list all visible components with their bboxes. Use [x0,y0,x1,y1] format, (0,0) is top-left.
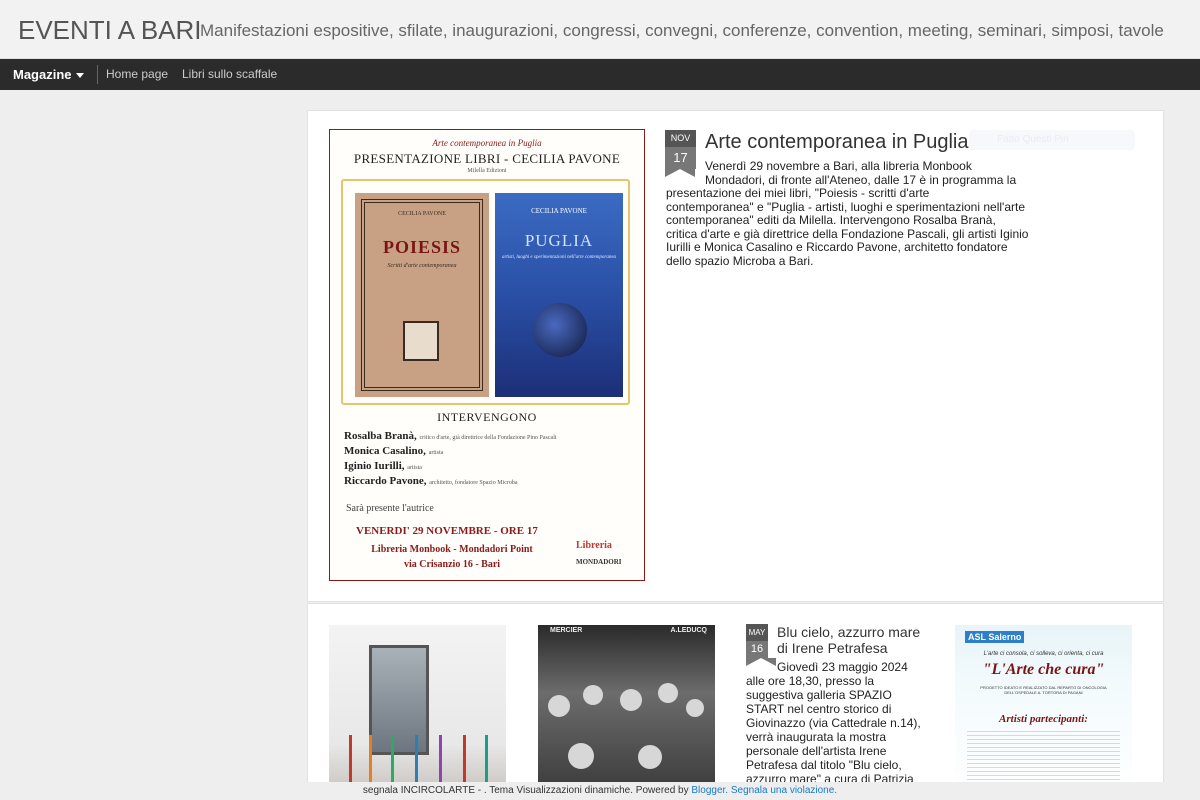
poster-speaker: Riccardo Pavone, architetto, fondatore S… [344,475,518,487]
poster-place-line1: Libreria Monbook - Mondadori Point [371,544,533,555]
photo-caption: MERCIER A.LEDUCQ [550,627,707,634]
window-image [369,645,429,755]
post-body-line: Petrafesa dal titolo "Blu cielo, [746,758,902,772]
post-body-line: Mondadori, di fronte all'Ateneo, dalle 1… [705,173,1017,187]
poster-place-line2: via Crisanzio 16 - Bari [403,559,501,570]
post-body-line: contemporanea" editi da Milella. Interve… [666,213,996,227]
nav-divider [97,65,98,84]
poster-speaker: Monica Casalino, artista [344,445,443,457]
caption-right: A.LEDUCQ [670,627,707,634]
post-body-line: dello spazio Microba a Bari. [666,254,814,268]
nav-link-libri[interactable]: Libri sullo scaffale [182,67,277,81]
book2-globe-image [533,303,587,357]
speaker-name: Rosalba Branà, [344,430,417,442]
event-poster-image[interactable]: Arte contemporanea in Puglia PRESENTAZIO… [329,129,645,581]
book2-subtitle: artisti, luoghi e sperimentazioni nell'a… [501,255,617,260]
book-cover-poiesis: CECILIA PAVONE POIESIS Scritti d'arte co… [355,193,489,397]
book2-author: CECILIA PAVONE [531,207,587,215]
book1-title: POIESIS [382,237,462,257]
blog-header: EVENTI A BARI Manifestazioni espositive,… [0,0,1200,59]
poster-heading: PRESENTAZIONE LIBRI - CECILIA PAVONE [353,151,621,166]
poster-big-title: "L'Arte che cura" [982,661,1105,678]
post-thumbnail-poster[interactable]: ASL Salerno L'arte ci consola, ci sollev… [955,625,1132,795]
poster-top-line: Arte contemporanea in Puglia [432,138,542,148]
nav-bar: Magazine Home page Libri sullo scaffale [0,59,1200,90]
poster-artisti: Artisti partecipanti: [999,713,1088,725]
footer: segnala INCIRCOLARTE - . Tema Visualizza… [0,782,1200,800]
post-body-line: alle ore 18,30, presso la [746,674,875,688]
post-date-badge: MAY 16 [746,624,776,666]
mondadori-logo: MONDADORI [576,558,622,566]
post-title-line[interactable]: Blu cielo, azzurro mare [777,624,920,640]
speaker-name: Riccardo Pavone, [344,475,427,487]
speaker-role: artista [428,450,444,456]
book1-author: CECILIA PAVONE [398,211,446,217]
book-cover-border [361,199,483,391]
post-body-line: contemporanea" e "Puglia - artisti, luog… [666,200,1026,214]
speaker-role: architetto, fondatore Spazio Microba [429,480,518,486]
poster-presente: Sarà presente l'autrice [346,503,434,514]
poster-date-line: VENERDI' 29 NOVEMBRE - ORE 17 [356,525,538,537]
face-image [548,695,570,717]
face-image [638,745,662,769]
book1-subtitle: Scritti d'arte contemporanea [387,263,457,269]
date-month: MAY [746,624,768,641]
speaker-name: Monica Casalino, [344,445,426,457]
date-month: NOV [665,130,696,147]
post-title-line[interactable]: di Irene Petrafesa [777,640,888,656]
caption-left: MERCIER [550,627,583,634]
libreria-logo: Libreria [576,540,612,551]
poster-motto: L'arte ci consola, ci solleva, ci orient… [983,651,1104,657]
speaker-name: Iginio Iurilli, [344,460,405,472]
post-body-line: suggestiva galleria SPAZIO [746,688,892,702]
blog-title[interactable]: EVENTI A BARI [18,15,202,46]
asl-logo: ASL Salerno [965,631,1025,643]
book-cover-puglia: CECILIA PAVONE PUGLIA artisti, luoghi e … [495,193,623,397]
post-body-line: verrà inaugurata la mostra [746,730,887,744]
post-body-line: Giovedì 23 maggio 2024 [777,660,908,674]
report-abuse-link[interactable]: Segnala una violazione. [731,785,837,796]
post-date-badge: NOV 17 [665,130,696,177]
nav-link-home[interactable]: Home page [106,67,168,81]
date-day: 16 [746,641,776,666]
footer-text: segnala INCIRCOLARTE - . Tema Visualizza… [362,785,689,796]
posts-row-card: MERCIER A.LEDUCQ ASL Salerno L'arte ci co… [307,603,1164,800]
speaker-role: critico d'arte, già direttrice della Fon… [419,435,557,441]
poster-intervengono: INTERVENGONO [437,410,537,424]
poster-speaker: Rosalba Branà, critico d'arte, già diret… [344,430,557,442]
book1-ornament-image [403,321,439,361]
post-body-line: Giovinazzo (via Cattedrale n.14), [746,716,921,730]
face-image [620,689,642,711]
face-image [568,743,594,769]
post-body-line: presentazione dei miei libri, "Poiesis -… [666,186,930,200]
face-image [583,685,603,705]
share-widget-ghost: Fatto Questi Pin [969,130,1135,150]
speaker-role: artista [407,465,422,471]
post-body-line: critica d'arte e già direttrice della Fo… [666,227,1029,241]
post-body-line: START nel centro storico di [746,702,892,716]
magazine-label: Magazine [13,67,72,82]
poster-speaker: Iginio Iurilli, artista [344,460,422,472]
post-body-line: Iurilli e Monica Casalino e Riccardo Pav… [666,240,1008,254]
caret-down-icon [75,73,84,79]
face-image [686,699,704,717]
poster-publisher: Milella Edizioni [467,168,507,174]
poster-small-text: PROGETTO IDEATO E REALIZZATO DAL REPARTO… [980,685,1107,695]
poster-books-frame: CECILIA PAVONE POIESIS Scritti d'arte co… [341,179,630,405]
post-body-line: personale dell'artista Irene [746,744,887,758]
post-thumbnail-gallery[interactable] [329,625,506,795]
face-image [658,683,678,703]
book2-title: PUGLIA [524,231,594,250]
blogger-link[interactable]: Blogger. [691,785,728,796]
blog-description: Manifestazioni espositive, sfilate, inau… [200,21,1164,40]
post-title[interactable]: Arte contemporanea in Puglia [705,131,969,154]
post-body-line: Venerdì 29 novembre a Bari, alla libreri… [705,159,972,173]
magazine-view-dropdown[interactable]: Magazine [13,67,84,82]
date-day: 17 [665,147,696,177]
post-thumbnail-photo[interactable]: MERCIER A.LEDUCQ [538,625,715,795]
